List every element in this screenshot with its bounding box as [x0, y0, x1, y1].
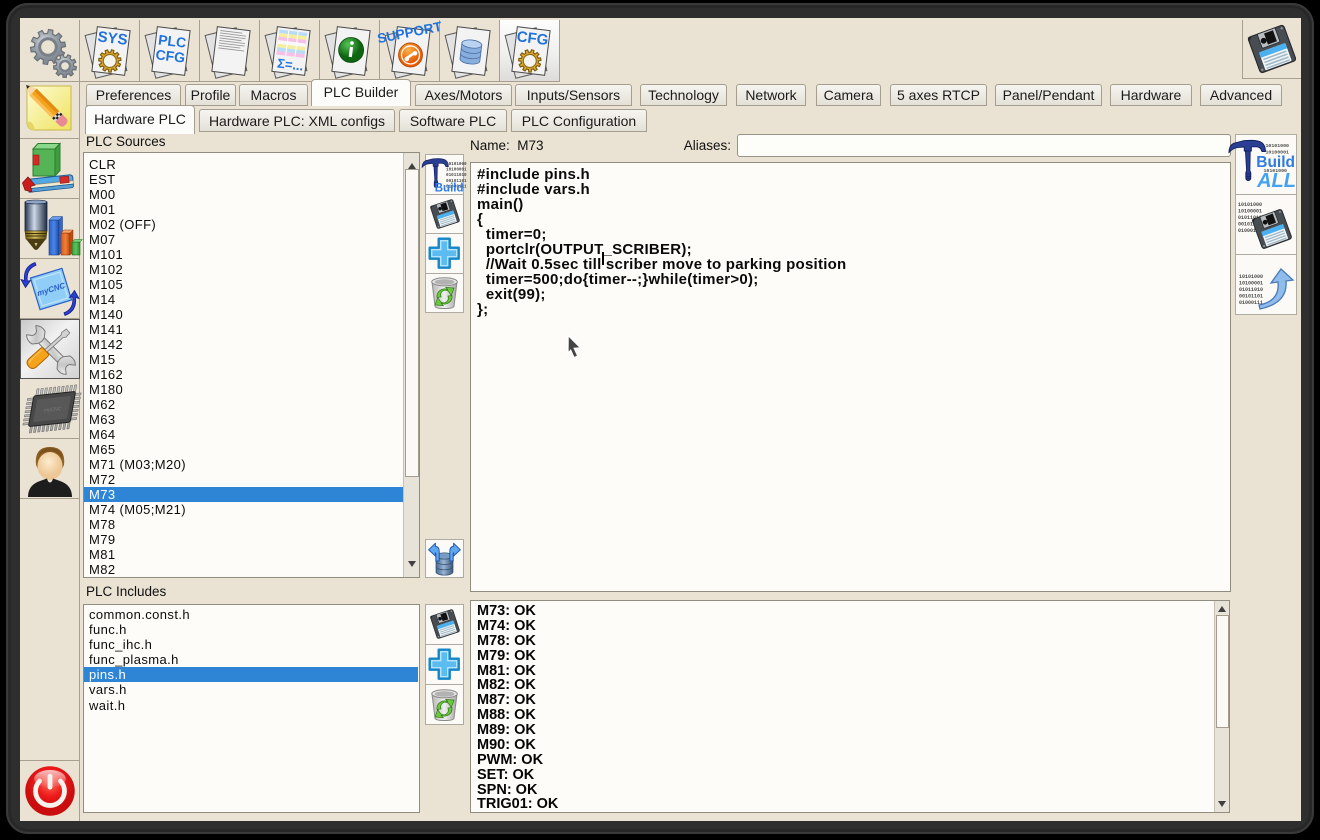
svg-text:00101101: 00101101	[1239, 294, 1263, 300]
svg-text:01011010: 01011010	[1239, 287, 1263, 293]
svg-text:Σ=...: Σ=...	[276, 55, 304, 73]
svg-text:10101000: 10101000	[1239, 274, 1263, 280]
svg-text:ALL: ALL	[1256, 170, 1296, 192]
svg-text:10101000: 10101000	[446, 162, 467, 167]
svg-text:10100001: 10100001	[1239, 281, 1263, 287]
svg-text:SYS: SYS	[97, 28, 129, 49]
svg-text:Build: Build	[435, 182, 464, 194]
svg-text:10101000: 10101000	[1266, 143, 1290, 149]
svg-text:10101000: 10101000	[1238, 202, 1262, 208]
svg-text:01011010: 01011010	[446, 173, 467, 178]
svg-text:10100001: 10100001	[446, 167, 467, 172]
svg-text:Build: Build	[1256, 154, 1295, 171]
svg-text:10100001: 10100001	[1238, 209, 1262, 215]
